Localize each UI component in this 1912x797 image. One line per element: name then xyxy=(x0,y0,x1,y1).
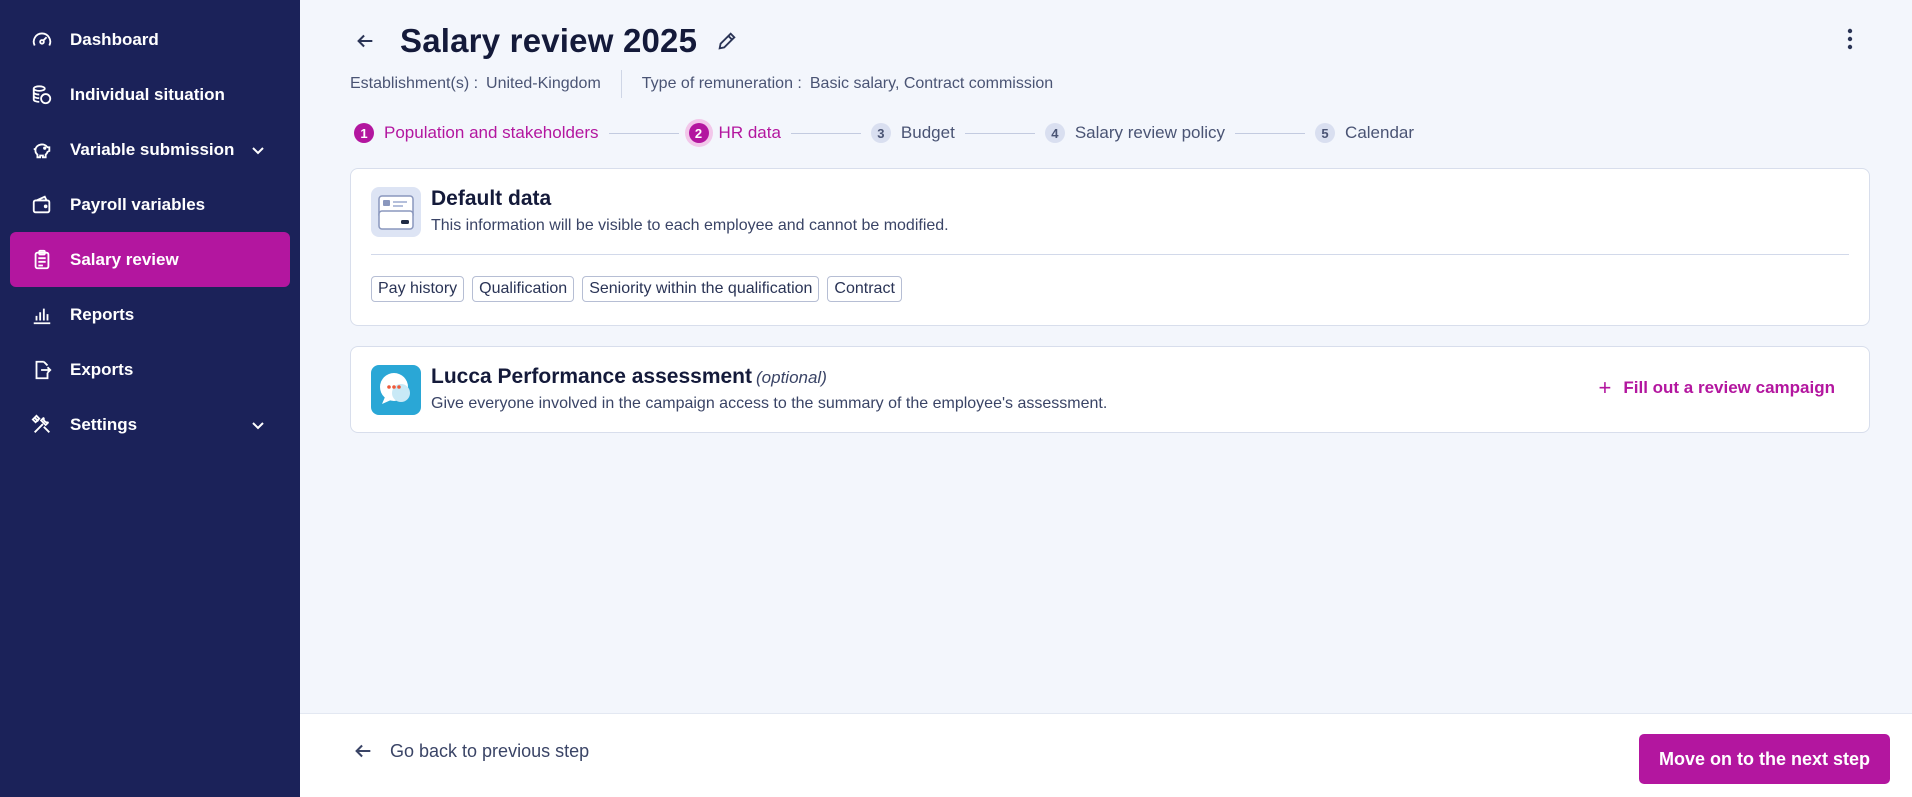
sidebar-item-label: Reports xyxy=(70,304,135,324)
chevron-down-icon[interactable] xyxy=(250,142,266,158)
sidebar-item-label: Salary review xyxy=(70,249,179,269)
lucca-performance-logo-icon xyxy=(371,365,421,415)
sidebar-item-individual-situation[interactable]: Individual situation xyxy=(10,67,290,122)
id-card-icon xyxy=(371,187,421,237)
pencil-icon[interactable] xyxy=(715,29,739,53)
card-description: Give everyone involved in the campaign a… xyxy=(431,395,1108,412)
wallet-icon xyxy=(30,193,54,217)
divider xyxy=(371,254,1849,255)
tag-qualification: Qualification xyxy=(472,276,575,302)
sidebar-item-dashboard[interactable]: Dashboard xyxy=(10,12,290,67)
dashboard-icon xyxy=(30,28,54,52)
fill-review-campaign-button[interactable]: + Fill out a review campaign xyxy=(1599,377,1835,399)
performance-assessment-card: Lucca Performance assessment (optional) G… xyxy=(350,346,1870,433)
chevron-down-icon[interactable] xyxy=(250,417,266,433)
sidebar-item-label: Dashboard xyxy=(70,29,159,49)
main-content: Salary review 2025 Establishment(s) : Un… xyxy=(300,0,1912,713)
footer-bar: Go back to previous step Move on to the … xyxy=(300,713,1912,797)
more-options-icon[interactable] xyxy=(1840,26,1860,52)
remuneration-label: Type of remuneration : xyxy=(641,75,802,92)
clipboard-icon xyxy=(30,248,54,272)
sidebar-item-label: Exports xyxy=(70,359,134,379)
coins-icon xyxy=(30,83,54,107)
sidebar-item-payroll-variables[interactable]: Payroll variables xyxy=(10,177,290,232)
sidebar-item-salary-review[interactable]: Salary review xyxy=(10,232,290,287)
previous-step-button[interactable]: Go back to previous step xyxy=(352,740,589,762)
step-label: HR data xyxy=(718,123,781,142)
back-arrow-icon[interactable] xyxy=(350,26,380,56)
previous-step-label: Go back to previous step xyxy=(390,740,590,761)
tag-seniority: Seniority within the qualification xyxy=(582,276,820,302)
step-connector xyxy=(790,132,861,134)
card-title: Default data xyxy=(431,187,552,210)
tools-icon xyxy=(30,413,54,437)
sidebar-item-label: Variable submission xyxy=(70,139,235,159)
step-connector xyxy=(608,132,679,134)
step-hr-data[interactable]: 2 HR data xyxy=(688,123,781,143)
step-label: Population and stakeholders xyxy=(384,123,599,142)
sidebar-item-label: Payroll variables xyxy=(70,194,206,214)
plus-icon: + xyxy=(1598,375,1612,400)
sidebar-item-variable-submission[interactable]: Variable submission xyxy=(10,122,290,177)
campaign-meta: Establishment(s) : United-Kingdom Type o… xyxy=(350,70,1054,98)
tag-contract: Contract xyxy=(827,276,902,302)
page-title: Salary review 2025 xyxy=(400,22,698,59)
card-title-text: Lucca Performance assessment xyxy=(431,365,752,388)
establishment-value: United-Kingdom xyxy=(486,75,601,92)
page-header: Salary review 2025 xyxy=(350,22,739,60)
sidebar-item-label: Settings xyxy=(70,414,138,434)
sidebar-item-label: Individual situation xyxy=(70,84,225,104)
default-data-card: Default data This information will be vi… xyxy=(350,168,1870,326)
remuneration-value: Basic salary, Contract commission xyxy=(809,75,1054,92)
sidebar-item-reports[interactable]: Reports xyxy=(10,287,290,342)
bar-chart-icon xyxy=(30,303,54,327)
sidebar-item-exports[interactable]: Exports xyxy=(10,342,290,397)
step-calendar[interactable]: 5 Calendar xyxy=(1315,123,1414,143)
meta-divider xyxy=(620,70,622,98)
stepper: 1 Population and stakeholders 2 HR data … xyxy=(354,120,1414,146)
step-budget[interactable]: 3 Budget xyxy=(870,123,955,143)
step-label: Budget xyxy=(900,123,955,142)
step-salary-review-policy[interactable]: 4 Salary review policy xyxy=(1044,123,1226,143)
export-icon xyxy=(30,358,54,382)
tag-pay-history: Pay history xyxy=(371,276,465,302)
step-population[interactable]: 1 Population and stakeholders xyxy=(354,123,599,143)
back-arrow-icon xyxy=(352,740,374,762)
step-number: 4 xyxy=(1044,123,1065,143)
sidebar-item-settings[interactable]: Settings xyxy=(10,397,290,452)
piggy-bank-icon xyxy=(30,138,54,162)
card-description: This information will be visible to each… xyxy=(431,217,949,234)
step-number: 5 xyxy=(1315,123,1336,143)
step-connector xyxy=(964,132,1035,134)
sidebar: Dashboard Individual situation Variable … xyxy=(0,0,300,797)
step-number: 1 xyxy=(354,123,374,143)
tag-list: Pay history Qualification Seniority with… xyxy=(371,276,902,302)
step-connector xyxy=(1235,132,1306,134)
step-label: Salary review policy xyxy=(1074,123,1226,142)
step-number: 2 xyxy=(688,123,709,143)
next-step-button[interactable]: Move on to the next step xyxy=(1638,734,1890,784)
establishment-label: Establishment(s) : xyxy=(350,75,479,92)
step-number: 3 xyxy=(870,123,891,143)
fill-review-campaign-label: Fill out a review campaign xyxy=(1623,378,1835,397)
step-label: Calendar xyxy=(1345,123,1415,142)
card-title: Lucca Performance assessment (optional) xyxy=(431,365,827,389)
optional-label: (optional) xyxy=(756,368,827,387)
